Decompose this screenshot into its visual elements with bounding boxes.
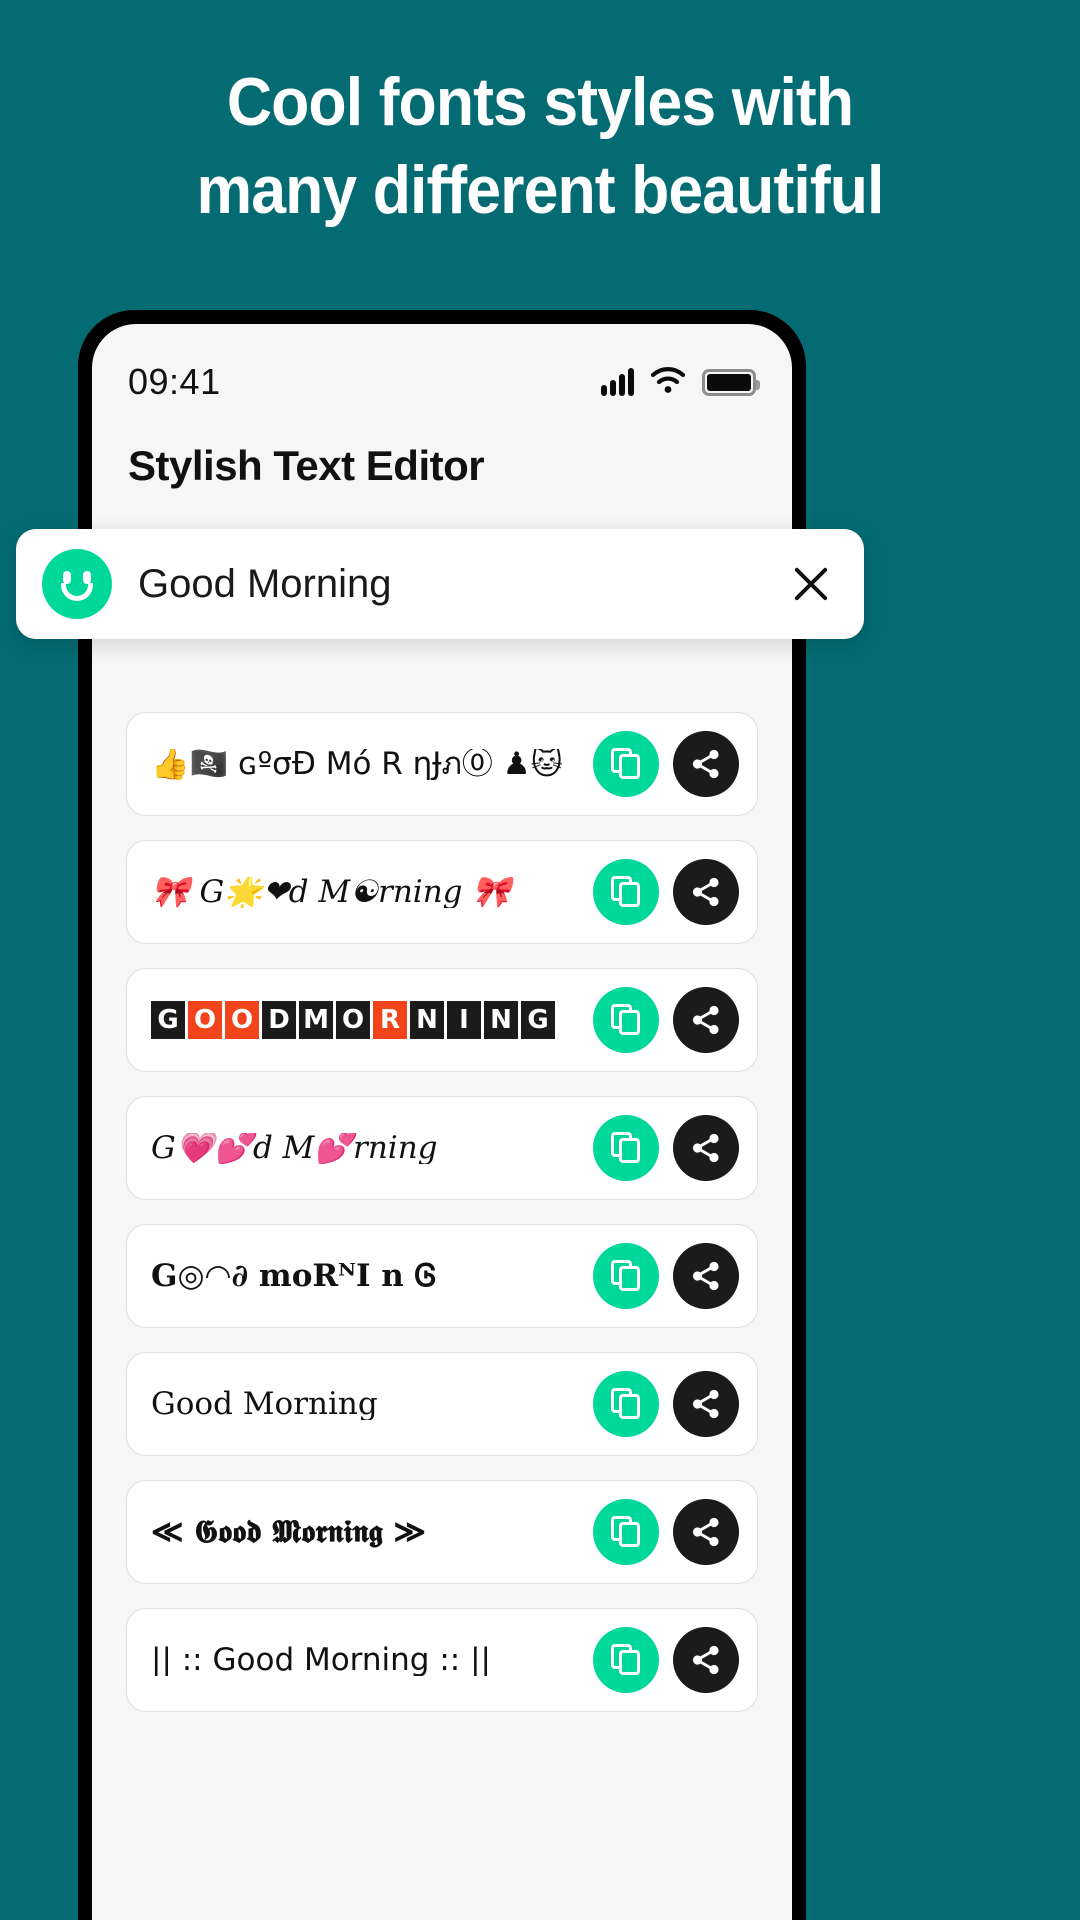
page-title: Stylish Text Editor xyxy=(128,442,485,489)
wifi-icon xyxy=(650,366,686,399)
text-input-bar[interactable]: Good Morning xyxy=(16,529,864,639)
status-icons xyxy=(601,366,760,399)
copy-button[interactable] xyxy=(593,859,659,925)
boxed-letter: O xyxy=(225,1001,259,1039)
copy-button[interactable] xyxy=(593,1371,659,1437)
copy-button[interactable] xyxy=(593,1243,659,1309)
share-icon xyxy=(692,1389,719,1419)
copy-icon xyxy=(611,1644,641,1676)
copy-button[interactable] xyxy=(593,1627,659,1693)
share-icon xyxy=(692,1005,719,1035)
list-item[interactable]: G💗💕d M💕rning xyxy=(126,1096,758,1200)
boxed-letter: N xyxy=(410,1001,444,1039)
boxed-letters: GOODMORNING xyxy=(151,1001,555,1039)
style-preview-text: 🎀 G🌟❤d M☯rning 🎀 xyxy=(151,876,511,908)
copy-icon xyxy=(611,1132,641,1164)
list-item[interactable]: 🎀 G🌟❤d M☯rning 🎀 xyxy=(126,840,758,944)
list-item[interactable]: G◎◠∂ moRᴺI n Ꮆ xyxy=(126,1224,758,1328)
list-item[interactable]: ≪ 𝕲𝖔𝖔𝖉 𝕸𝖔𝖗𝖓𝖎𝖓𝖌 ≫ xyxy=(126,1480,758,1584)
copy-button[interactable] xyxy=(593,1499,659,1565)
style-preview-text: 👍🏴‍☠️ ɢºσÐ Mó R ηɈภ⓪ ♟🐱 xyxy=(151,748,563,780)
status-bar: 09:41 xyxy=(92,324,792,420)
copy-icon xyxy=(611,1516,641,1548)
font-style-list: 👍🏴‍☠️ ɢºσÐ Mó R ηɈภ⓪ ♟🐱 🎀 G🌟❤d M☯rning 🎀 xyxy=(92,712,792,1712)
style-preview-text: || :: Good Morning :: || xyxy=(151,1644,491,1676)
share-button[interactable] xyxy=(673,987,739,1053)
search-input[interactable]: Good Morning xyxy=(138,562,762,607)
list-item[interactable]: GOODMORNING xyxy=(126,968,758,1072)
share-icon xyxy=(692,1261,719,1291)
list-item[interactable]: || :: Good Morning :: || xyxy=(126,1608,758,1712)
copy-icon xyxy=(611,876,641,908)
copy-button[interactable] xyxy=(593,1115,659,1181)
copy-button[interactable] xyxy=(593,987,659,1053)
share-icon xyxy=(692,877,719,907)
copy-button[interactable] xyxy=(593,731,659,797)
share-icon xyxy=(692,749,719,779)
style-preview-text: G💗💕d M💕rning xyxy=(151,1132,438,1164)
copy-icon xyxy=(611,1004,641,1036)
boxed-letter: D xyxy=(262,1001,296,1039)
headline-line-1: Cool fonts styles with xyxy=(226,64,854,140)
share-button[interactable] xyxy=(673,1627,739,1693)
share-button[interactable] xyxy=(673,1243,739,1309)
smiley-icon[interactable] xyxy=(42,549,112,619)
style-preview-text: ≪ 𝕲𝖔𝖔𝖉 𝕸𝖔𝖗𝖓𝖎𝖓𝖌 ≫ xyxy=(151,1516,426,1548)
boxed-letter: N xyxy=(484,1001,518,1039)
boxed-letter: G xyxy=(521,1001,555,1039)
signal-icon xyxy=(601,368,634,396)
style-preview-text: GOODMORNING xyxy=(151,1001,579,1039)
copy-icon xyxy=(611,1260,641,1292)
boxed-letter: M xyxy=(299,1001,333,1039)
boxed-letter: R xyxy=(373,1001,407,1039)
copy-icon xyxy=(611,748,641,780)
boxed-letter: O xyxy=(188,1001,222,1039)
share-icon xyxy=(692,1645,719,1675)
share-button[interactable] xyxy=(673,731,739,797)
boxed-letter: I xyxy=(447,1001,481,1039)
share-icon xyxy=(692,1133,719,1163)
battery-icon xyxy=(702,368,760,396)
share-icon xyxy=(692,1517,719,1547)
boxed-letter: G xyxy=(151,1001,185,1039)
copy-icon xyxy=(611,1388,641,1420)
share-button[interactable] xyxy=(673,1371,739,1437)
share-button[interactable] xyxy=(673,1115,739,1181)
headline-line-2: many different beautiful xyxy=(196,152,884,228)
list-item[interactable]: Good Morning xyxy=(126,1352,758,1456)
style-preview-text: G◎◠∂ moRᴺI n Ꮆ xyxy=(151,1260,437,1292)
promo-headline: Cool fonts styles with many different be… xyxy=(43,58,1037,234)
boxed-letter: O xyxy=(336,1001,370,1039)
share-button[interactable] xyxy=(673,859,739,925)
status-time: 09:41 xyxy=(128,361,221,402)
style-preview-text: Good Morning xyxy=(151,1388,378,1420)
list-item[interactable]: 👍🏴‍☠️ ɢºσÐ Mó R ηɈภ⓪ ♟🐱 xyxy=(126,712,758,816)
share-button[interactable] xyxy=(673,1499,739,1565)
close-icon[interactable] xyxy=(788,561,834,607)
